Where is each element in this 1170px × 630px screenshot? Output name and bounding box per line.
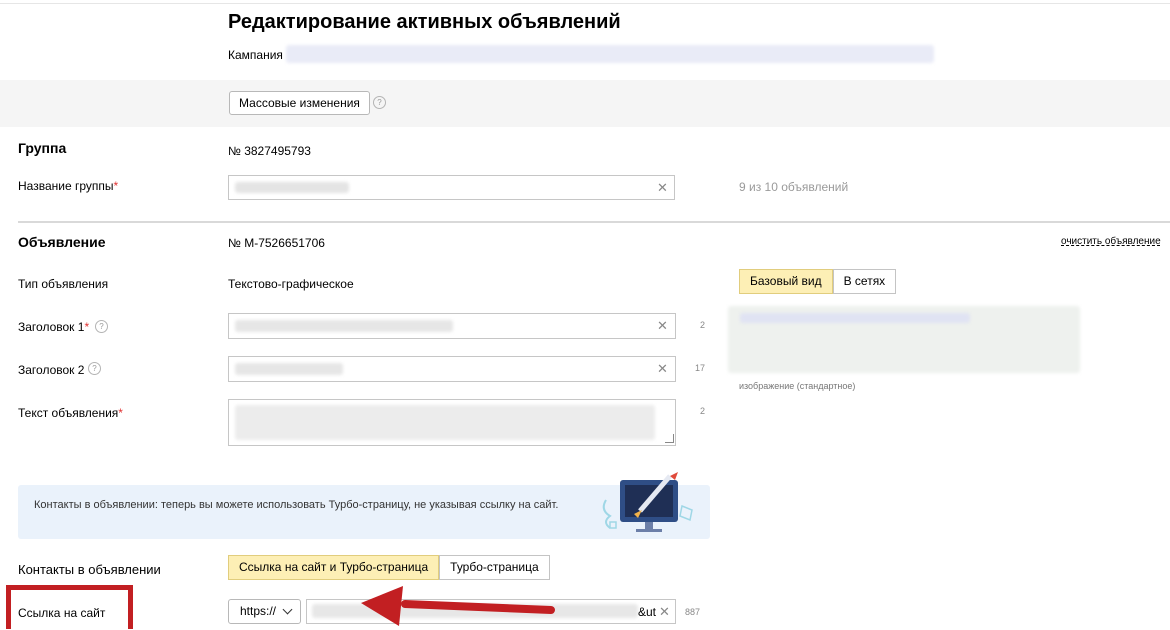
contacts-mode-switch: Ссылка на сайт и Турбо-страница Турбо-ст… xyxy=(228,555,550,580)
ad-preview-title-redacted xyxy=(740,313,970,323)
site-url-label: Ссылка на сайт xyxy=(18,606,106,620)
title1-label: Заголовок 1* xyxy=(18,320,90,334)
protocol-select[interactable]: https:// xyxy=(228,599,301,624)
chevron-down-icon xyxy=(282,604,293,615)
option-site-and-turbo[interactable]: Ссылка на сайт и Турбо-страница xyxy=(228,555,440,580)
question-icon[interactable]: ? xyxy=(373,96,386,109)
clear-ad-link[interactable]: очистить объявление xyxy=(1061,236,1161,247)
bulk-changes-button[interactable]: Массовые изменения xyxy=(229,91,370,115)
option-turbo-only[interactable]: Турбо-страница xyxy=(439,555,550,580)
campaign-label: Кампания xyxy=(228,48,283,62)
ad-type-label: Тип объявления xyxy=(18,277,109,291)
title2-label: Заголовок 2 xyxy=(18,363,85,377)
question-icon[interactable]: ? xyxy=(95,320,108,333)
ads-count: 9 из 10 объявлений xyxy=(739,180,849,194)
ad-number: № M-7526651706 xyxy=(228,236,325,250)
section-divider xyxy=(18,221,1170,223)
site-url-suffix: &ut xyxy=(638,605,657,619)
protocol-value: https:// xyxy=(240,604,277,618)
site-url-counter: 887 xyxy=(685,607,701,617)
ad-section-title: Объявление xyxy=(18,234,106,250)
required-mark: * xyxy=(84,320,90,334)
ad-text-counter: 2 xyxy=(700,406,706,416)
top-divider xyxy=(0,3,1170,4)
required-mark: * xyxy=(118,406,123,420)
rocket-monitor-illustration xyxy=(602,472,693,532)
title2-redacted xyxy=(235,363,343,375)
question-icon[interactable]: ? xyxy=(88,362,101,375)
campaign-name-redacted xyxy=(286,45,934,63)
contacts-label: Контакты в объявлении xyxy=(18,562,161,577)
clear-icon[interactable]: ✕ xyxy=(657,361,668,377)
page-title: Редактирование активных объявлений xyxy=(228,11,621,33)
ad-type-value: Текстово-графическое xyxy=(228,277,354,291)
group-name-redacted xyxy=(235,182,349,193)
group-number: № 3827495793 xyxy=(228,144,311,158)
clear-icon[interactable]: ✕ xyxy=(657,318,668,334)
annotation-arrow xyxy=(361,586,555,626)
resize-handle-icon[interactable] xyxy=(665,434,674,443)
preview-view-switch: Базовый вид В сетях xyxy=(739,269,897,294)
required-mark: * xyxy=(113,179,119,193)
tab-basic-view[interactable]: Базовый вид xyxy=(739,269,833,294)
ad-text-label: Текст объявления* xyxy=(18,406,123,420)
preview-caption: изображение (стандартное) xyxy=(739,381,856,391)
turbo-info-text: Контакты в объявлении: теперь вы можете … xyxy=(34,499,559,511)
title2-counter: 17 xyxy=(695,363,706,373)
title1-counter: 2 xyxy=(700,320,706,330)
clear-icon[interactable]: ✕ xyxy=(659,604,670,620)
tab-networks[interactable]: В сетях xyxy=(832,269,897,294)
ad-text-redacted xyxy=(235,405,655,440)
group-name-label: Название группы* xyxy=(18,179,119,193)
bulk-toolbar xyxy=(0,80,1170,127)
group-section-title: Группа xyxy=(18,140,67,156)
clear-icon[interactable]: ✕ xyxy=(657,180,668,196)
title1-redacted xyxy=(235,320,453,332)
